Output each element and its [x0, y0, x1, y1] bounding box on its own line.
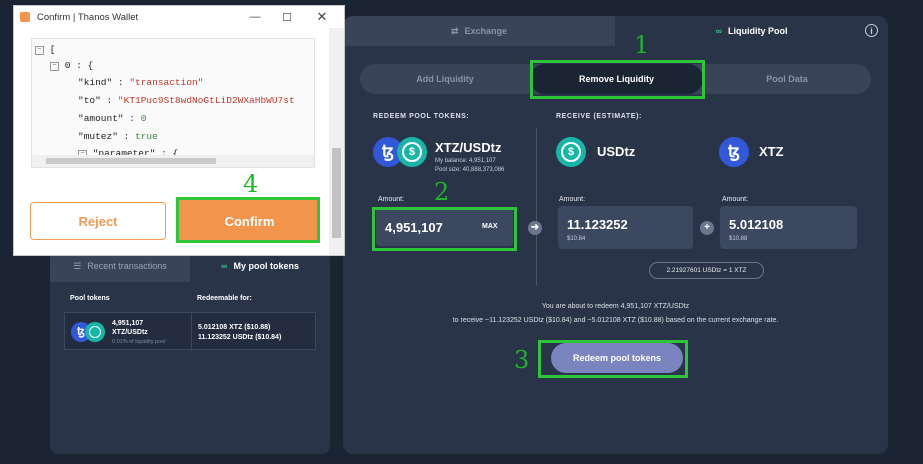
receive-section-label: RECEIVE (ESTIMATE):: [556, 113, 642, 120]
highlight-confirm: [176, 197, 320, 243]
collapse-icon[interactable]: −: [35, 46, 44, 55]
collapse-icon[interactable]: −: [50, 62, 59, 71]
info-icon[interactable]: i: [865, 24, 878, 37]
pool-tokens-panel: ☰ Recent transactions ∞ My pool tokens P…: [50, 250, 330, 454]
xtz-amount-field[interactable]: 5.012108 $10.88: [720, 206, 857, 249]
swap-arrows-icon: ⇄: [450, 25, 459, 36]
usdtz-amount-field[interactable]: 11.123252 $10.84: [558, 206, 693, 249]
code-horizontal-scrollbar[interactable]: [32, 155, 314, 167]
window-scrollbar[interactable]: [329, 28, 344, 255]
transaction-json-viewer[interactable]: − [ − 0 : { "kind" : "transaction" "to" …: [31, 38, 315, 168]
redeemable-usdtz: 11.123252 USDtz ($10.84): [198, 334, 282, 341]
redeem-section-label: REDEEM POOL TOKENS:: [373, 113, 470, 120]
highlight-remove-liquidity: [530, 60, 705, 99]
pool-token-name: XTZ/USDtz: [435, 140, 502, 155]
pool-token-icon: ꜩ: [71, 322, 105, 342]
subtab-pool-data[interactable]: Pool Data: [703, 64, 871, 94]
redeem-amount-label: Amount:: [378, 196, 405, 203]
subtab-add-liquidity[interactable]: Add Liquidity: [360, 64, 530, 94]
link-icon: ∞: [715, 26, 722, 36]
xtz-coin-icon: ꜩ: [719, 137, 749, 167]
pool-token-row[interactable]: ꜩ 4,951,107 XTZ/USDtz 0.01% of liquidity…: [64, 312, 316, 351]
redeem-note-line2: to receive ~11.123252 USDtz ($10.84) and…: [452, 317, 779, 324]
exchange-rate-pill: 2.21927601 USDtz = 1 XTZ: [649, 262, 764, 279]
highlight-amount: [372, 207, 517, 251]
pool-token-icon: ꜩ $: [373, 137, 433, 167]
highlight-redeem: [538, 340, 688, 378]
plus-icon: +: [700, 221, 714, 235]
usdtz-coin-icon: $: [397, 137, 427, 167]
window-titlebar: Confirm | Thanos Wallet — ☐ ✕: [14, 6, 344, 28]
usdtz-fiat-value: $10.84: [567, 236, 586, 242]
step-marker-4: 4: [243, 170, 259, 198]
tab-liquidity-pool[interactable]: ∞ Liquidity Pool: [615, 16, 888, 46]
pool-share: 0.01% of liquidity pool: [112, 339, 166, 345]
pool-token-pair: XTZ/USDtz: [112, 329, 148, 336]
thanos-logo-icon: [20, 12, 30, 22]
receive-token-usdtz: USDtz: [597, 144, 636, 159]
step-marker-3: 3: [514, 346, 530, 374]
usdtz-amount-label: Amount:: [559, 196, 586, 203]
reject-button[interactable]: Reject: [30, 202, 166, 240]
pool-balance: My balance: 4,951,107: [435, 158, 496, 164]
usdtz-amount-value: 11.123252: [567, 217, 628, 232]
close-icon[interactable]: ✕: [307, 6, 337, 28]
tab-exchange[interactable]: ⇄ Exchange: [343, 16, 615, 46]
usdtz-coin-icon: $: [556, 137, 586, 167]
redeemable-xtz: 5.012108 XTZ ($10.88): [198, 324, 271, 331]
xtz-amount-value: 5.012108: [729, 217, 784, 232]
col-redeemable: Redeemable for:: [197, 295, 252, 302]
col-pool-tokens: Pool tokens: [70, 295, 110, 302]
redeem-note-line1: You are about to redeem 4,951,107 XTZ/US…: [541, 303, 690, 310]
row-divider: [191, 313, 192, 351]
minimize-icon[interactable]: —: [240, 6, 270, 28]
divider: [536, 128, 537, 286]
usdtz-coin-icon: [85, 322, 105, 342]
maximize-icon[interactable]: ☐: [272, 6, 302, 28]
step-marker-2: 2: [434, 178, 450, 206]
arrow-right-icon: ➜: [528, 221, 542, 235]
link-icon: ∞: [221, 261, 228, 271]
pool-token-amount: 4,951,107: [112, 320, 144, 327]
pool-size: Pool size: 40,888,373,086: [435, 167, 505, 173]
receive-token-xtz: XTZ: [759, 144, 784, 159]
step-marker-1: 1: [634, 31, 650, 59]
window-title: Confirm | Thanos Wallet: [37, 11, 139, 23]
xtz-fiat-value: $10.88: [729, 236, 748, 242]
xtz-amount-label: Amount:: [722, 196, 749, 203]
list-icon: ☰: [73, 260, 82, 271]
